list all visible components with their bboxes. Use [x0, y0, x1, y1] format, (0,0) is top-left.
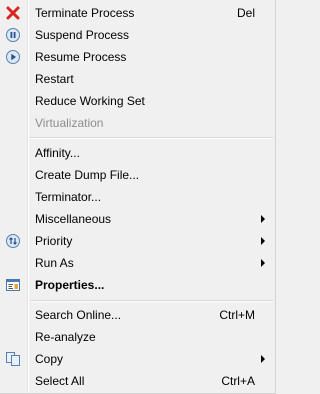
menu-item-label: Terminator...: [35, 190, 102, 204]
menu-item-virtualization: Virtualization: [0, 112, 274, 134]
menu-item-label: Search Online...: [35, 308, 122, 322]
menu-item-label: Reduce Working Set: [35, 94, 145, 108]
menu-item-label: Run As: [35, 256, 74, 270]
menu-item-re-analyze[interactable]: Re-analyze: [0, 326, 274, 348]
menu-item-select-all[interactable]: Select All Ctrl+A: [0, 370, 274, 392]
menu-item-affinity[interactable]: Affinity...: [0, 142, 274, 164]
menu-item-label: Miscellaneous: [35, 212, 112, 226]
menu-item-create-dump-file[interactable]: Create Dump File...: [0, 164, 274, 186]
close-icon: [5, 5, 21, 21]
menu-item-label: Resume Process: [35, 50, 127, 64]
menu-item-search-online[interactable]: Search Online... Ctrl+M: [0, 304, 274, 326]
menu-item-resume-process[interactable]: Resume Process: [0, 46, 274, 68]
menu-item-label: Re-analyze: [35, 330, 96, 344]
shortcut-label: Ctrl+A: [221, 374, 255, 388]
menu-separator: [30, 137, 273, 139]
shortcut-label: Del: [236, 6, 255, 20]
menu-item-label: Properties...: [35, 278, 105, 292]
menu-item-label: Select All: [35, 374, 85, 388]
pause-icon: [5, 27, 21, 43]
menu-item-copy[interactable]: Copy: [0, 348, 274, 370]
menu-item-run-as[interactable]: Run As: [0, 252, 274, 274]
submenu-arrow-icon: [261, 259, 265, 267]
submenu-arrow-icon: [261, 237, 265, 245]
submenu-arrow-icon: [261, 215, 265, 223]
copy-icon: [5, 351, 21, 367]
menu-item-label: Suspend Process: [35, 28, 130, 42]
menu-item-label: Restart: [35, 72, 74, 86]
submenu-arrow-icon: [261, 355, 265, 363]
context-menu: Terminate Process Del Suspend Process Re…: [0, 0, 276, 394]
menu-item-priority[interactable]: Priority: [0, 230, 274, 252]
menu-item-terminate-process[interactable]: Terminate Process Del: [0, 2, 274, 24]
menu-item-label: Affinity...: [35, 146, 80, 160]
menu-item-restart[interactable]: Restart: [0, 68, 274, 90]
menu-item-terminator[interactable]: Terminator...: [0, 186, 274, 208]
menu-separator: [30, 300, 273, 302]
menu-item-miscellaneous[interactable]: Miscellaneous: [0, 208, 274, 230]
shortcut-label: Ctrl+M: [219, 308, 255, 322]
menu-item-label: Copy: [35, 352, 64, 366]
menu-item-label: Virtualization: [35, 116, 104, 130]
menu-item-properties[interactable]: Properties...: [0, 274, 274, 296]
menu-item-label: Terminate Process: [35, 6, 135, 20]
menu-item-label: Create Dump File...: [35, 168, 140, 182]
menu-item-suspend-process[interactable]: Suspend Process: [0, 24, 274, 46]
menu-item-reduce-working-set[interactable]: Reduce Working Set: [0, 90, 274, 112]
priority-icon: [5, 233, 21, 249]
play-icon: [5, 49, 21, 65]
menu-item-label: Priority: [35, 234, 73, 248]
properties-icon: [5, 277, 21, 293]
